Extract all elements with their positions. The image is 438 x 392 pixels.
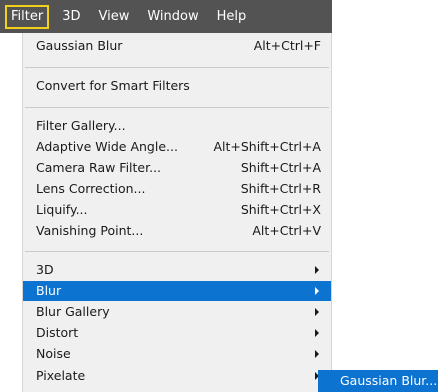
menu-3d[interactable]: 3D	[53, 0, 89, 33]
menu-item-adaptive-wide-angle[interactable]: Adaptive Wide Angle... Alt+Shift+Ctrl+A	[23, 137, 331, 157]
menu-item-blur-gallery[interactable]: Blur Gallery	[23, 302, 331, 322]
menu-item-pixelate[interactable]: Pixelate	[23, 366, 331, 386]
menu-separator	[25, 67, 329, 68]
menu-item-label: Adaptive Wide Angle...	[36, 139, 178, 154]
blur-submenu: Gaussian Blur...	[318, 370, 438, 392]
menu-item-label: Distort	[36, 325, 79, 340]
menu-bar: Filter 3D View Window Help	[0, 0, 332, 33]
menu-item-label: Convert for Smart Filters	[36, 78, 190, 93]
menu-item-camera-raw-filter[interactable]: Camera Raw Filter... Shift+Ctrl+A	[23, 158, 331, 178]
menu-item-label: Noise	[36, 346, 71, 361]
menu-item-3d[interactable]: 3D	[23, 260, 331, 280]
menu-item-label: Lens Correction...	[36, 181, 146, 196]
menu-item-lens-correction[interactable]: Lens Correction... Shift+Ctrl+R	[23, 179, 331, 199]
menu-item-blur[interactable]: Blur	[23, 281, 331, 301]
menu-item-label: Gaussian Blur	[36, 38, 123, 53]
menu-item-filter-gallery[interactable]: Filter Gallery...	[23, 116, 331, 136]
menu-window[interactable]: Window	[138, 0, 207, 33]
menu-help[interactable]: Help	[208, 0, 256, 33]
menu-item-label: Liquify...	[36, 202, 88, 217]
submenu-arrow-icon	[315, 329, 319, 337]
submenu-arrow-icon	[315, 308, 319, 316]
menu-item-shortcut: Shift+Ctrl+A	[240, 160, 321, 175]
menu-item-vanishing-point[interactable]: Vanishing Point... Alt+Ctrl+V	[23, 221, 331, 241]
menu-item-label: Blur	[36, 283, 62, 298]
menu-item-shortcut: Alt+Ctrl+F	[253, 38, 321, 53]
menu-item-label: 3D	[36, 262, 54, 277]
submenu-arrow-icon	[315, 350, 319, 358]
menu-item-shortcut: Shift+Ctrl+R	[240, 181, 321, 196]
menu-item-liquify[interactable]: Liquify... Shift+Ctrl+X	[23, 200, 331, 220]
menu-item-shortcut: Shift+Ctrl+X	[240, 202, 321, 217]
photoshop-window: Filter 3D View Window Help Gaussian Blur…	[0, 0, 438, 392]
menu-item-label: Filter Gallery...	[36, 118, 126, 133]
menu-separator	[25, 107, 329, 108]
menu-item-convert-smart-filters[interactable]: Convert for Smart Filters	[23, 76, 331, 96]
menu-filter[interactable]: Filter	[5, 4, 50, 29]
menu-item-shortcut: Alt+Shift+Ctrl+A	[213, 139, 321, 154]
menu-item-noise[interactable]: Noise	[23, 344, 331, 364]
menu-item-gaussian-blur-last[interactable]: Gaussian Blur Alt+Ctrl+F	[23, 36, 331, 56]
menu-item-label: Blur Gallery	[36, 304, 110, 319]
menu-item-label: Vanishing Point...	[36, 223, 144, 238]
menu-item-label: Camera Raw Filter...	[36, 160, 162, 175]
submenu-arrow-icon	[315, 287, 319, 295]
menu-separator	[25, 251, 329, 252]
menu-item-shortcut: Alt+Ctrl+V	[252, 223, 321, 238]
menu-item-label: Pixelate	[36, 368, 86, 383]
filter-dropdown: Gaussian Blur Alt+Ctrl+F Convert for Sma…	[22, 33, 332, 392]
submenu-item-gaussian-blur[interactable]: Gaussian Blur...	[340, 373, 437, 388]
menu-item-distort[interactable]: Distort	[23, 323, 331, 343]
menu-view[interactable]: View	[89, 0, 138, 33]
submenu-arrow-icon	[315, 266, 319, 274]
